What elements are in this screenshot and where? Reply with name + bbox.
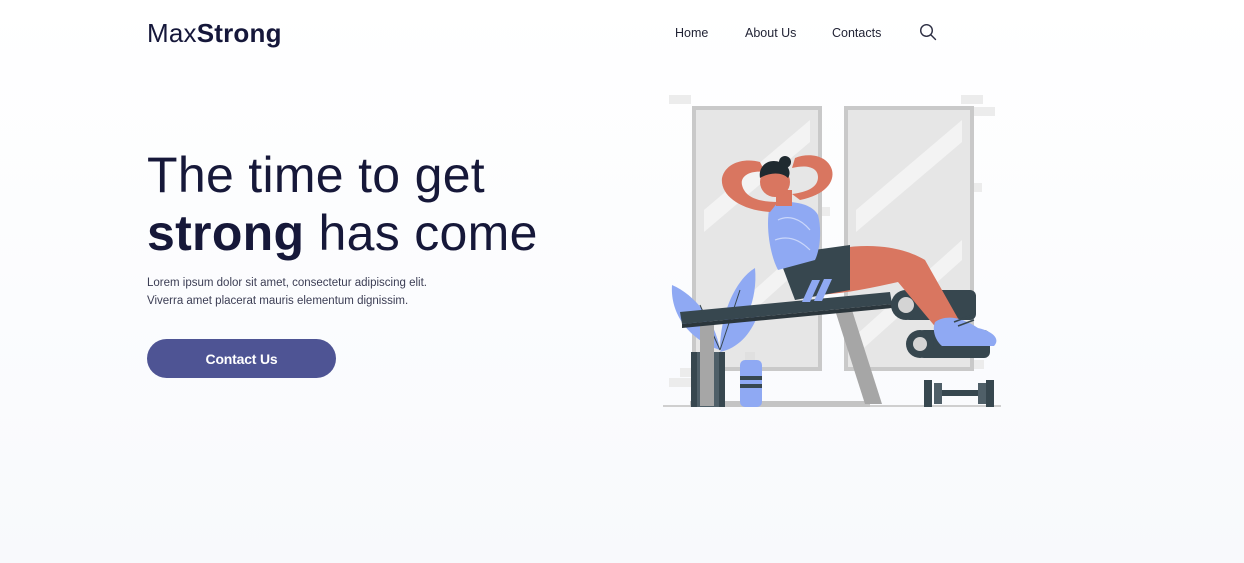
logo-text-max: Max <box>147 18 197 48</box>
hero-description: Lorem ipsum dolor sit amet, consectetur … <box>147 274 487 310</box>
headline-line-1: The time to get <box>147 147 485 203</box>
gym-illustration <box>663 95 1001 407</box>
landing-page: MaxStrong Home About Us Contacts The tim… <box>0 0 1244 563</box>
logo-text-strong: Strong <box>196 18 282 48</box>
nav-link-about-us[interactable]: About Us <box>745 24 796 42</box>
nav-link-home[interactable]: Home <box>675 24 708 42</box>
hero-description-line-2: Viverra amet placerat mauris elementum d… <box>147 295 409 307</box>
headline-line-2-rest: has come <box>304 205 538 261</box>
contact-us-button[interactable]: Contact Us <box>147 339 336 378</box>
dumbbell <box>924 380 994 407</box>
logo[interactable]: MaxStrong <box>147 17 282 49</box>
nav-link-contacts[interactable]: Contacts <box>832 24 881 42</box>
search-icon[interactable] <box>919 23 937 41</box>
hero-description-line-1: Lorem ipsum dolor sit amet, consectetur … <box>147 277 427 289</box>
hero-headline: The time to get strong has come <box>147 146 538 262</box>
headline-strong-word: strong <box>147 205 305 261</box>
